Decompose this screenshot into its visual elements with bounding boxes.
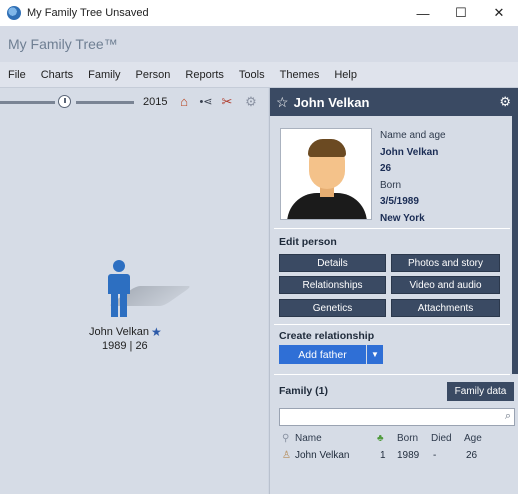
add-relationship-dropdown[interactable]: ▼ [367, 345, 383, 364]
gender-column-icon: ⚲ [282, 433, 290, 444]
born-date: 3/5/1989 [380, 196, 419, 207]
row-name[interactable]: John Velkan [295, 450, 350, 461]
app-header: My Family Tree™ [0, 26, 518, 62]
family-data-button[interactable]: Family data [447, 382, 514, 401]
divider [274, 374, 510, 375]
search-icon: ⌕ [504, 410, 511, 422]
star-outline-icon[interactable]: ☆ [276, 94, 289, 111]
tree-toolbar: 2015 ⌂ •⋖ ✂ ⚙ [0, 88, 268, 116]
window-titlebar: My Family Tree Unsaved — ☐ ✕ [0, 0, 518, 26]
name-age-label: Name and age [380, 130, 446, 141]
tree-pane: 2015 ⌂ •⋖ ✂ ⚙ John Velkan ★ 1989 | 26 [0, 88, 268, 494]
gear-icon[interactable]: ⚙ [243, 94, 259, 110]
tools-icon[interactable]: ✂ [219, 94, 235, 110]
details-button[interactable]: Details [279, 254, 386, 272]
node-name: John Velkan [89, 326, 149, 338]
timeline-year: 2015 [143, 96, 168, 108]
divider [274, 228, 510, 229]
window-controls: — ☐ ✕ [404, 0, 518, 26]
born-place: New York [380, 212, 425, 224]
person-summary: Name and age John Velkan 26 Born 3/5/198… [380, 128, 446, 227]
minimize-button[interactable]: — [404, 0, 442, 26]
menu-file[interactable]: File [8, 69, 26, 81]
create-relationship-title: Create relationship [279, 330, 375, 342]
family-search-input[interactable]: ⌕ [279, 408, 515, 426]
photos-story-button[interactable]: Photos and story [391, 254, 500, 272]
menu-themes[interactable]: Themes [280, 69, 320, 81]
node-years: 1989 | 26 [102, 340, 148, 352]
star-icon: ★ [151, 325, 162, 339]
menu-family[interactable]: Family [88, 69, 120, 81]
home-icon[interactable]: ⌂ [176, 94, 192, 110]
tree-column-icon: ♣ [377, 433, 384, 444]
branch-icon[interactable]: •⋖ [198, 94, 214, 110]
person-name: John Velkan [380, 146, 439, 158]
menu-help[interactable]: Help [334, 69, 357, 81]
clock-icon[interactable] [58, 95, 71, 108]
zoom-slider[interactable] [0, 101, 55, 104]
col-age[interactable]: Age [464, 433, 482, 444]
genetics-button[interactable]: Genetics [279, 299, 386, 317]
col-died[interactable]: Died [431, 433, 452, 444]
born-label: Born [380, 179, 402, 191]
row-generation: 1 [380, 450, 386, 461]
col-born[interactable]: Born [397, 433, 418, 444]
app-title: My Family Tree™ [8, 36, 118, 52]
menu-charts[interactable]: Charts [41, 69, 73, 81]
app-logo-icon [7, 6, 21, 20]
menu-tools[interactable]: Tools [239, 69, 265, 81]
person-header-name: John Velkan [293, 94, 370, 110]
close-button[interactable]: ✕ [480, 0, 518, 26]
video-audio-button[interactable]: Video and audio [391, 276, 500, 294]
attachments-button[interactable]: Attachments [391, 299, 500, 317]
maximize-button[interactable]: ☐ [442, 0, 480, 26]
person-row-icon: ♙ [282, 450, 291, 461]
avatar[interactable] [280, 128, 372, 220]
person-age: 26 [380, 163, 392, 174]
menu-reports[interactable]: Reports [185, 69, 224, 81]
settings-icon[interactable]: ⚙ [499, 94, 511, 110]
edit-person-title: Edit person [279, 236, 337, 248]
menu-person[interactable]: Person [136, 69, 171, 81]
timeline-slider[interactable] [76, 101, 134, 104]
relationships-button[interactable]: Relationships [279, 276, 386, 294]
window-title: My Family Tree Unsaved [27, 7, 149, 19]
col-name[interactable]: Name [295, 433, 322, 444]
menu-bar: File Charts Family Person Reports Tools … [0, 62, 518, 88]
add-father-button[interactable]: Add father [279, 345, 366, 364]
divider [274, 324, 510, 325]
panel-scrollbar[interactable] [512, 116, 518, 374]
family-title: Family (1) [279, 385, 329, 397]
row-born: 1989 [397, 450, 420, 461]
male-person-icon [104, 260, 134, 320]
row-died: - [433, 450, 437, 461]
person-panel-header: ☆ John Velkan ⚙ [270, 88, 518, 116]
row-age: 26 [466, 450, 478, 461]
person-panel: ☆ John Velkan ⚙ Name and age John Velkan… [269, 88, 518, 494]
